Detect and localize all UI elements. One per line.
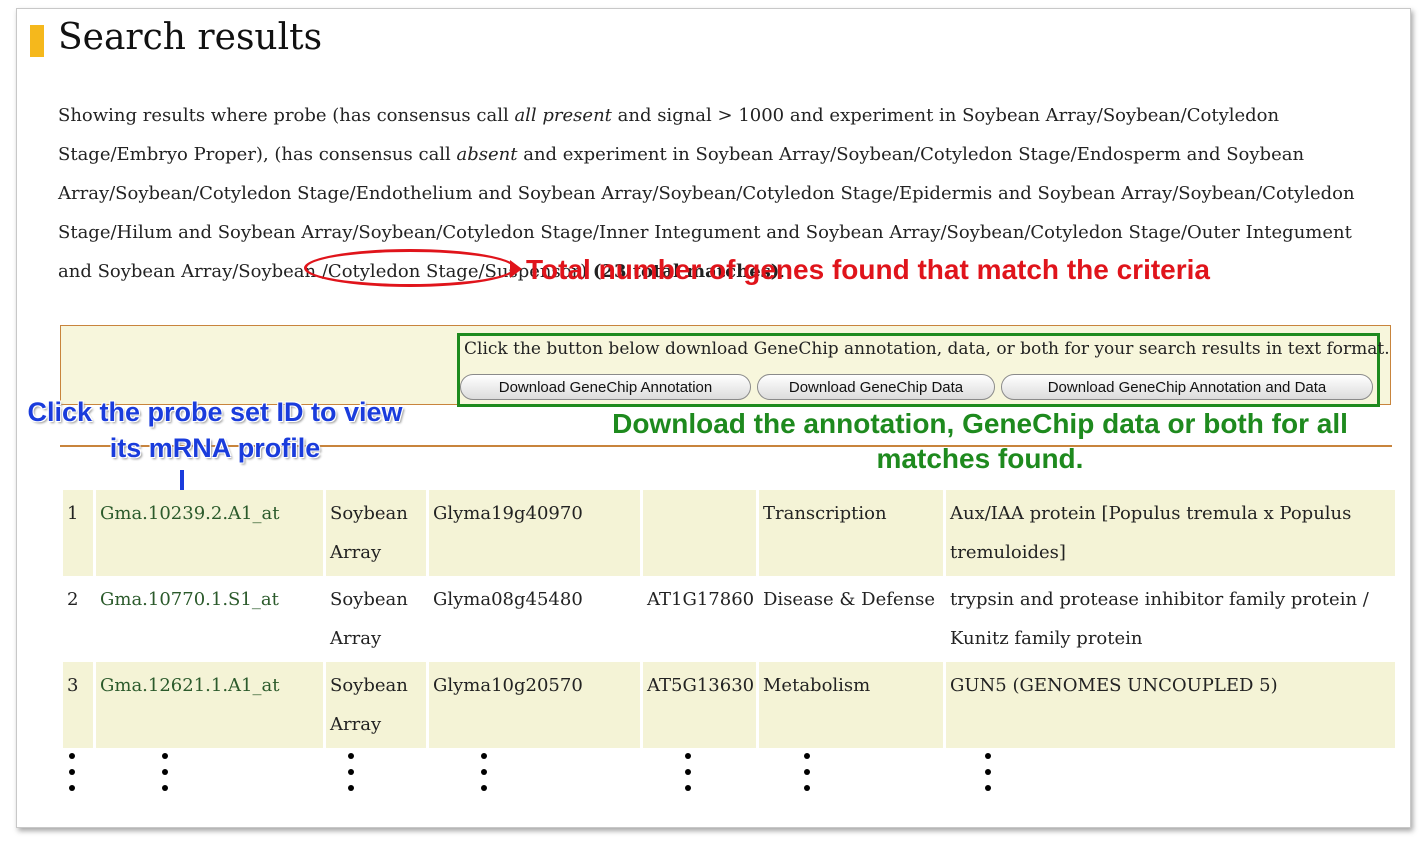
total-matches-arrow-icon	[510, 260, 522, 278]
at-cell: AT1G17860	[643, 576, 756, 662]
summary-all-present: all present	[514, 105, 612, 126]
table-row: 3 Gma.12621.1.A1_at Soybean Array Glyma1…	[63, 662, 1395, 748]
at-cell: AT5G13630	[643, 662, 756, 748]
description-cell: GUN5 (GENOMES UNCOUPLED 5)	[946, 662, 1395, 748]
probe-cell: Gma.10239.2.A1_at	[96, 490, 323, 576]
ellipsis-dots-icon	[348, 753, 354, 793]
gene-cell: Glyma08g45480	[429, 576, 640, 662]
ellipsis-dots-icon	[162, 753, 168, 793]
total-matches-highlight-ellipse	[304, 249, 516, 287]
ellipsis-dots-icon	[69, 753, 75, 793]
probe-cell: Gma.12621.1.A1_at	[96, 662, 323, 748]
category-cell: Metabolism	[759, 662, 943, 748]
at-cell	[643, 490, 756, 576]
title-accent-bar	[30, 25, 44, 57]
category-cell: Transcription	[759, 490, 943, 576]
gene-cell: Glyma19g40970	[429, 490, 640, 576]
description-cell: Aux/IAA protein [Populus tremula x Popul…	[946, 490, 1395, 576]
summary-text-1: Showing results where probe (has consens…	[58, 105, 515, 126]
ellipsis-dots-icon	[804, 753, 810, 793]
download-instructions: Click the button below download GeneChip…	[464, 339, 1390, 359]
download-annotation-button[interactable]: Download GeneChip Annotation	[460, 374, 751, 400]
annotation-probe-set: Click the probe set ID to view its mRNA …	[27, 397, 403, 463]
array-cell: Soybean Array	[326, 490, 426, 576]
description-cell: trypsin and protease inhibitor family pr…	[946, 576, 1395, 662]
row-number: 1	[63, 490, 93, 576]
ellipsis-dots-icon	[685, 753, 691, 793]
probe-set-link[interactable]: Gma.10239.2.A1_at	[100, 503, 279, 524]
category-cell: Disease & Defense	[759, 576, 943, 662]
array-cell: Soybean Array	[326, 576, 426, 662]
download-data-button[interactable]: Download GeneChip Data	[757, 374, 995, 400]
ellipsis-dots-icon	[985, 753, 991, 793]
row-number: 3	[63, 662, 93, 748]
annotation-total-matches: Total number of genes found that match t…	[526, 254, 1210, 285]
probe-set-link[interactable]: Gma.10770.1.S1_at	[100, 589, 279, 610]
row-number: 2	[63, 576, 93, 662]
probe-arrow-icon	[180, 470, 184, 492]
download-annotation-and-data-button[interactable]: Download GeneChip Annotation and Data	[1001, 374, 1373, 400]
gene-cell: Glyma10g20570	[429, 662, 640, 748]
page-title: Search results	[58, 17, 323, 58]
table-row: 2 Gma.10770.1.S1_at Soybean Array Glyma0…	[63, 576, 1395, 662]
results-table: 1 Gma.10239.2.A1_at Soybean Array Glyma1…	[60, 490, 1398, 748]
summary-absent: absent	[456, 144, 518, 165]
probe-cell: Gma.10770.1.S1_at	[96, 576, 323, 662]
probe-set-link[interactable]: Gma.12621.1.A1_at	[100, 675, 279, 696]
annotation-download: Download the annotation, GeneChip data o…	[612, 408, 1348, 474]
table-row: 1 Gma.10239.2.A1_at Soybean Array Glyma1…	[63, 490, 1395, 576]
ellipsis-dots-icon	[481, 753, 487, 793]
array-cell: Soybean Array	[326, 662, 426, 748]
